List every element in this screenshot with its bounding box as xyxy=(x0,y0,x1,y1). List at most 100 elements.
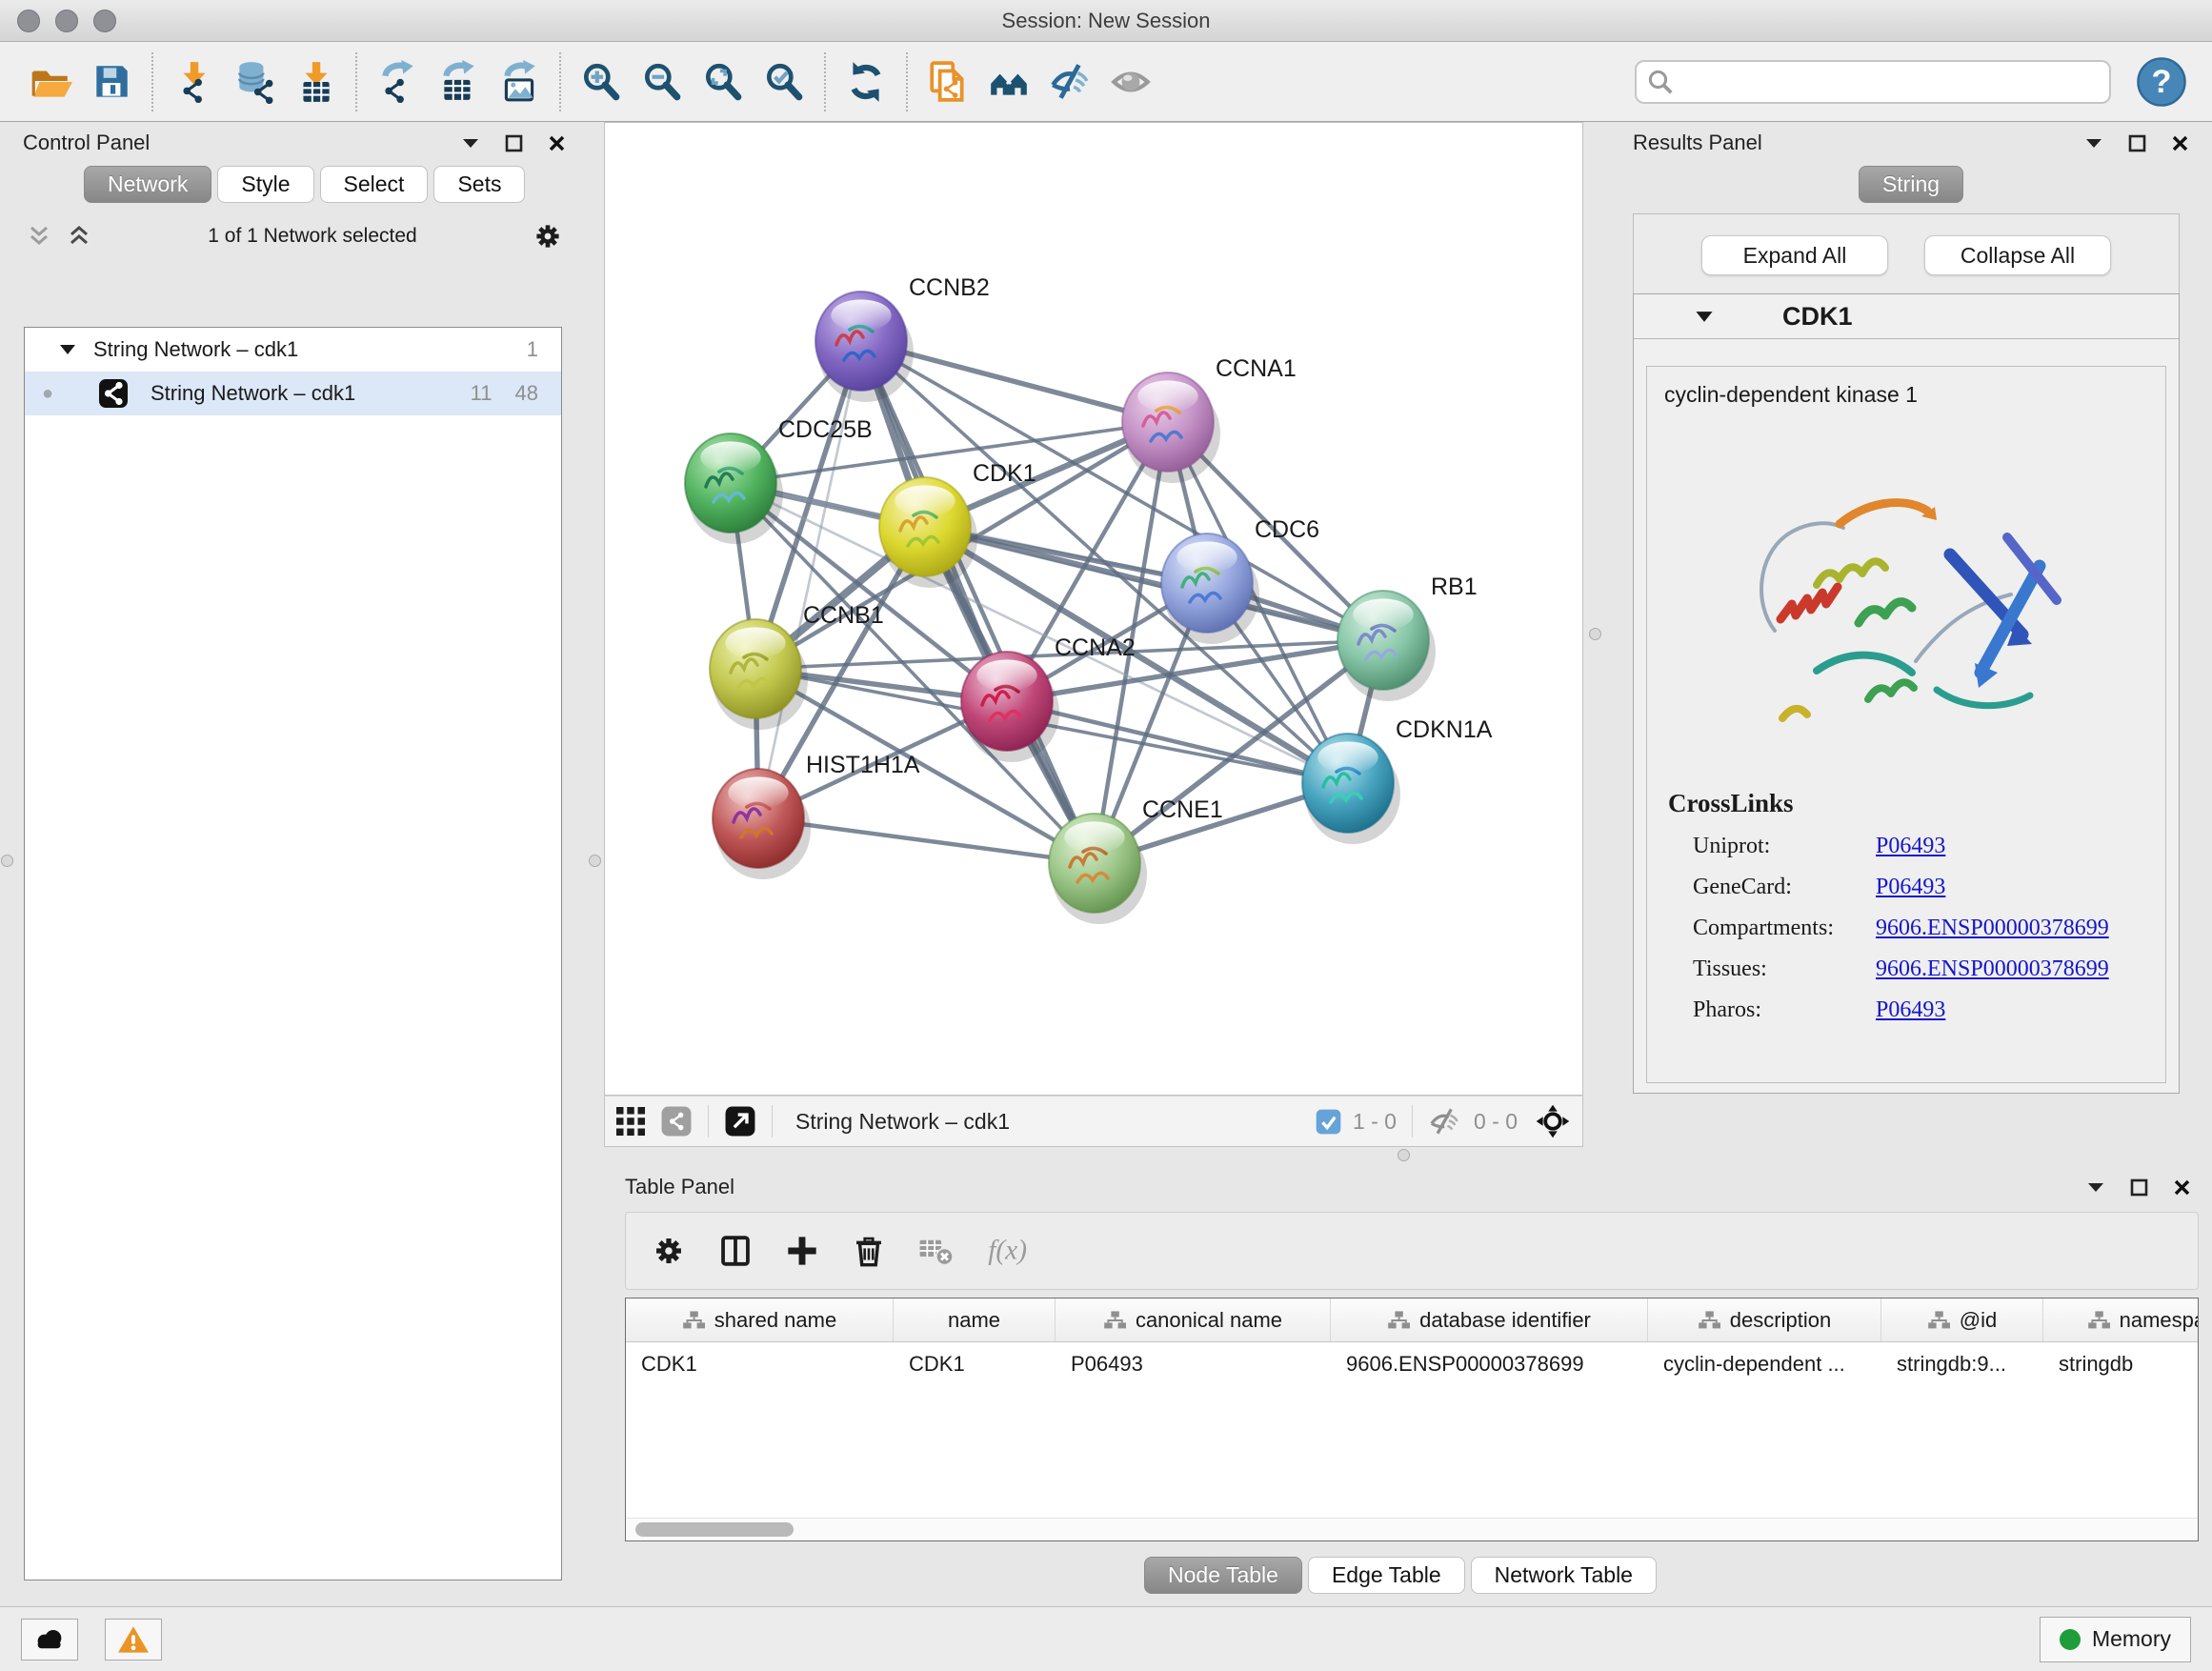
tab-sets[interactable]: Sets xyxy=(433,166,525,203)
zoom-window-button[interactable] xyxy=(93,10,116,32)
collapse-all-button[interactable]: Collapse All xyxy=(1924,235,2111,275)
hidden-eye-icon[interactable] xyxy=(1428,1107,1462,1136)
column-header-description[interactable]: description xyxy=(1648,1299,1881,1341)
save-session-button[interactable] xyxy=(86,54,137,110)
panel-menu-icon[interactable] xyxy=(461,136,480,150)
refresh-button[interactable] xyxy=(840,54,892,110)
crosslink-link[interactable]: 9606.ENSP00000378699 xyxy=(1876,916,2109,941)
network-node-CDKN1A[interactable]: CDKN1A xyxy=(1302,716,1493,844)
crosslink-link[interactable]: P06493 xyxy=(1876,997,1945,1023)
birdseye-view-icon[interactable] xyxy=(1535,1103,1571,1139)
column-header-shared-name[interactable]: shared name xyxy=(626,1299,894,1341)
network-collection-row[interactable]: String Network – cdk1 1 xyxy=(25,328,561,372)
panel-menu-icon[interactable] xyxy=(2086,1180,2105,1194)
network-canvas[interactable]: CCNB2CCNA1CDC25BCDK1CDC6RB1CCNB1CCNA2CDK… xyxy=(604,122,1583,1096)
network-node-CCNB1[interactable]: CCNB1 xyxy=(710,602,884,730)
panel-float-icon[interactable] xyxy=(505,134,523,152)
zoom-selected-button[interactable] xyxy=(758,54,810,110)
panel-menu-icon[interactable] xyxy=(2084,136,2103,150)
trash-icon[interactable] xyxy=(851,1233,887,1269)
table-cell[interactable]: 9606.ENSP00000378699 xyxy=(1331,1342,1648,1386)
export-table-button[interactable] xyxy=(432,54,484,110)
network-node-CCNB2[interactable]: CCNB2 xyxy=(815,274,990,402)
add-icon[interactable] xyxy=(784,1233,820,1269)
table-horizontal-scrollbar[interactable] xyxy=(626,1518,2198,1540)
caret-down-icon[interactable] xyxy=(1695,310,1714,324)
zoom-fit-button[interactable] xyxy=(697,54,749,110)
splitter-handle[interactable] xyxy=(589,855,601,867)
open-session-button[interactable] xyxy=(25,54,76,110)
crosslink-link[interactable]: P06493 xyxy=(1876,834,1945,859)
network-node-CDC6[interactable]: CDC6 xyxy=(1161,516,1319,644)
import-database-button[interactable] xyxy=(229,54,280,110)
network-edge[interactable] xyxy=(925,527,1383,640)
network-node-CDK1[interactable]: CDK1 xyxy=(879,460,1036,588)
close-window-button[interactable] xyxy=(17,10,40,32)
columns-icon[interactable] xyxy=(717,1233,754,1269)
network-edge[interactable] xyxy=(758,341,861,818)
zoom-out-button[interactable] xyxy=(636,54,688,110)
expand-all-button[interactable]: Expand All xyxy=(1701,235,1888,275)
caret-down-icon[interactable] xyxy=(59,343,76,356)
collapse-all-networks-icon[interactable] xyxy=(25,224,53,249)
tab-node-table[interactable]: Node Table xyxy=(1144,1557,1302,1594)
delete-table-icon[interactable] xyxy=(917,1233,954,1269)
network-share-icon[interactable] xyxy=(660,1105,693,1137)
network-node-RB1[interactable]: RB1 xyxy=(1337,574,1478,701)
crosslink-link[interactable]: P06493 xyxy=(1876,875,1945,900)
tab-style[interactable]: Style xyxy=(217,166,313,203)
column-header-name[interactable]: name xyxy=(894,1299,1056,1341)
network-node-HIST1H1A[interactable]: HIST1H1A xyxy=(713,752,920,879)
column-header-database-identifier[interactable]: database identifier xyxy=(1331,1299,1648,1341)
splitter-handle[interactable] xyxy=(1589,628,1601,640)
splitter-handle[interactable] xyxy=(1398,1149,1410,1161)
memory-button[interactable]: Memory xyxy=(2040,1617,2191,1662)
grid-view-icon[interactable] xyxy=(616,1107,645,1136)
import-table-button[interactable] xyxy=(290,54,341,110)
table-cell[interactable]: CDK1 xyxy=(626,1342,894,1386)
scrollbar-thumb[interactable] xyxy=(635,1522,794,1537)
column-header-namespace[interactable]: namespace xyxy=(2043,1299,2199,1341)
selected-checkbox-icon[interactable] xyxy=(1316,1109,1341,1135)
splitter-handle[interactable] xyxy=(1,855,13,867)
table-cell[interactable]: CDK1 xyxy=(894,1342,1056,1386)
panel-float-icon[interactable] xyxy=(2130,1178,2148,1197)
minimize-window-button[interactable] xyxy=(55,10,78,32)
help-button[interactable]: ? xyxy=(2136,56,2187,108)
table-cell[interactable]: cyclin-dependent ... xyxy=(1648,1342,1881,1386)
tab-select[interactable]: Select xyxy=(320,166,429,203)
warnings-button[interactable] xyxy=(105,1619,162,1661)
table-cell[interactable]: stringdb xyxy=(2043,1342,2199,1386)
table-cell[interactable]: P06493 xyxy=(1056,1342,1331,1386)
cloud-button[interactable] xyxy=(21,1619,78,1661)
copy-network-button[interactable] xyxy=(922,54,974,110)
import-network-button[interactable] xyxy=(168,54,219,110)
protein-section-header[interactable]: CDK1 xyxy=(1634,294,2179,339)
network-node-CDC25B[interactable]: CDC25B xyxy=(685,416,873,544)
table-row[interactable]: CDK1CDK1P064939606.ENSP00000378699cyclin… xyxy=(626,1342,2198,1386)
expand-all-networks-icon[interactable] xyxy=(65,224,93,249)
network-node-CCNA1[interactable]: CCNA1 xyxy=(1122,355,1297,483)
tab-string[interactable]: String xyxy=(1859,166,1963,203)
search-input[interactable] xyxy=(1675,62,2100,102)
panel-float-icon[interactable] xyxy=(2128,134,2146,152)
network-row[interactable]: ● String Network – cdk1 11 48 xyxy=(25,372,561,415)
panel-close-icon[interactable] xyxy=(548,134,566,152)
column-header-canonical-name[interactable]: canonical name xyxy=(1056,1299,1331,1341)
preview-button[interactable] xyxy=(1105,54,1156,110)
network-options-gear-icon[interactable] xyxy=(532,220,564,252)
panel-close-icon[interactable] xyxy=(2171,134,2189,152)
export-network-button[interactable] xyxy=(372,54,423,110)
tab-network[interactable]: Network xyxy=(84,166,211,203)
network-graph[interactable]: CCNB2CCNA1CDC25BCDK1CDC6RB1CCNB1CCNA2CDK… xyxy=(605,123,1582,1095)
panel-close-icon[interactable] xyxy=(2173,1178,2191,1197)
fx-icon[interactable]: f(x) xyxy=(984,1233,1043,1269)
crosslink-link[interactable]: 9606.ENSP00000378699 xyxy=(1876,956,2109,982)
string-home-button[interactable] xyxy=(983,54,1035,110)
export-image-button[interactable] xyxy=(493,54,545,110)
hide-panel-button[interactable] xyxy=(1044,54,1096,110)
table-cell[interactable]: stringdb:9... xyxy=(1881,1342,2043,1386)
tab-network-table[interactable]: Network Table xyxy=(1471,1557,1657,1594)
zoom-in-button[interactable] xyxy=(575,54,627,110)
tab-edge-table[interactable]: Edge Table xyxy=(1308,1557,1465,1594)
